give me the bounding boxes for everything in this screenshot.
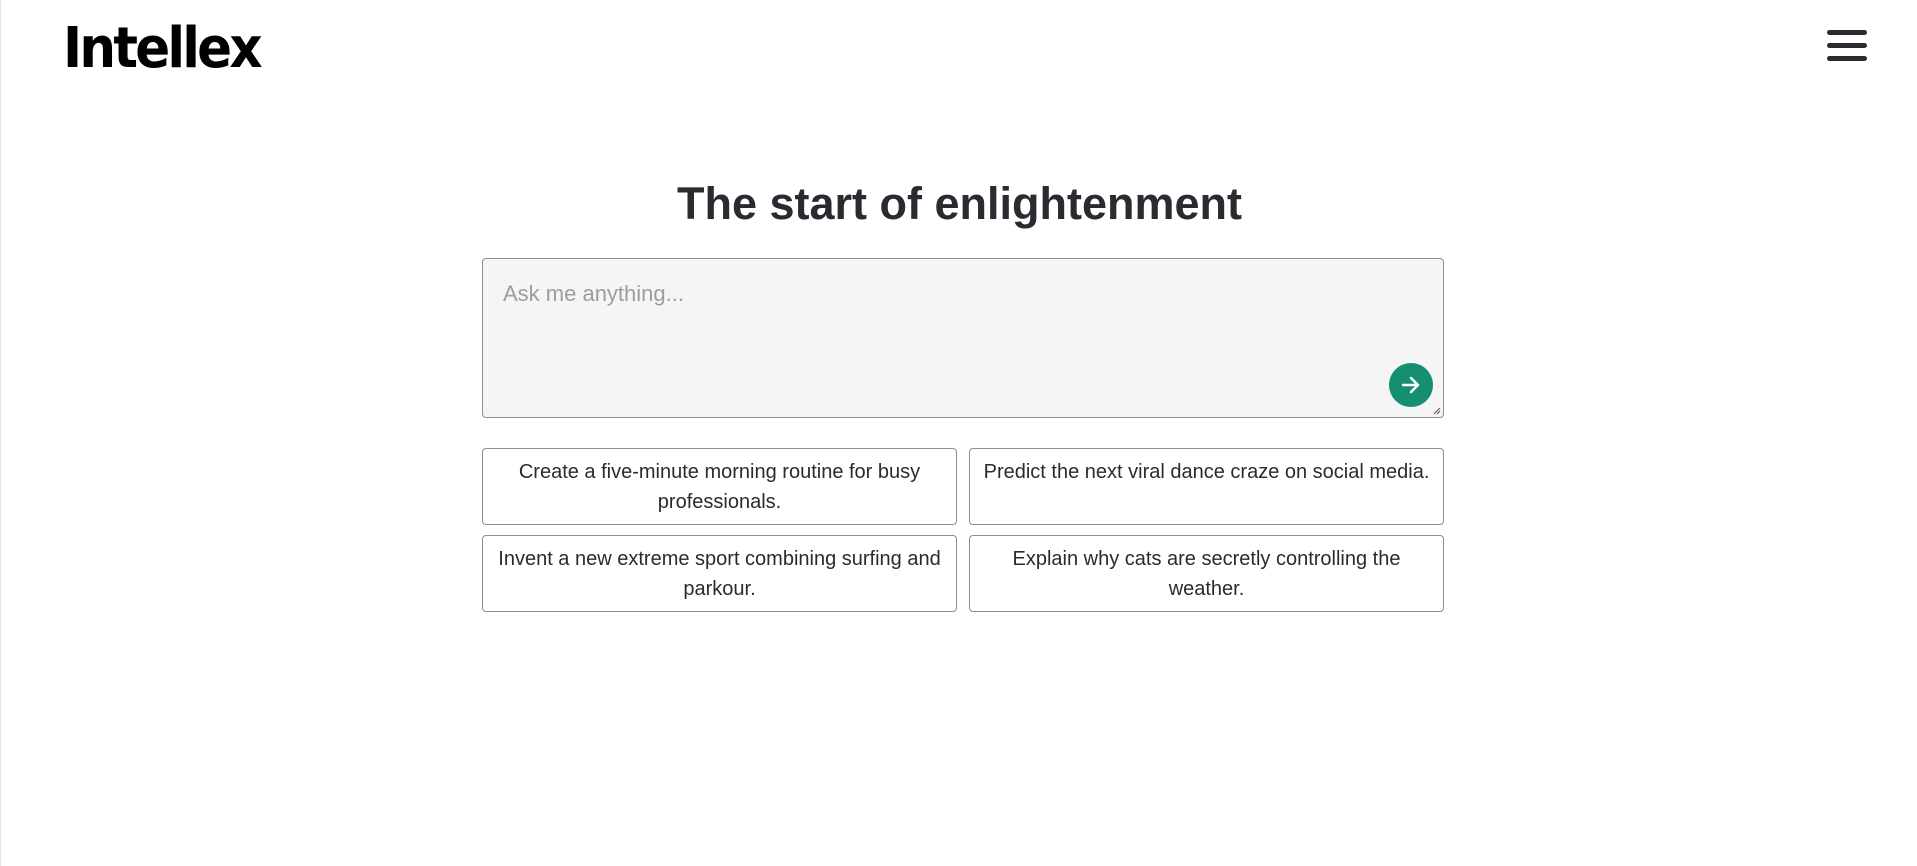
ask-input[interactable] bbox=[483, 259, 1443, 417]
page: Intellex The start of enlightenment Crea… bbox=[0, 0, 1917, 866]
resize-grip-icon[interactable] bbox=[1433, 407, 1441, 415]
ask-box bbox=[482, 258, 1444, 418]
logo[interactable]: Intellex bbox=[63, 14, 263, 84]
page-title: The start of enlightenment bbox=[676, 178, 1243, 229]
menu-bar bbox=[1827, 43, 1867, 48]
suggestion-grid: Create a five-minute morning routine for… bbox=[482, 448, 1444, 612]
arrow-right-icon bbox=[1401, 376, 1420, 394]
suggestion-button[interactable]: Invent a new extreme sport combining sur… bbox=[482, 535, 957, 612]
menu-bar bbox=[1827, 56, 1867, 61]
suggestion-button[interactable]: Predict the next viral dance craze on so… bbox=[969, 448, 1444, 525]
suggestion-button[interactable]: Explain why cats are secretly controllin… bbox=[969, 535, 1444, 612]
send-button[interactable] bbox=[1389, 363, 1433, 407]
menu-bar bbox=[1827, 30, 1867, 35]
suggestion-button[interactable]: Create a five-minute morning routine for… bbox=[482, 448, 957, 525]
hamburger-menu-icon[interactable] bbox=[1827, 28, 1869, 66]
